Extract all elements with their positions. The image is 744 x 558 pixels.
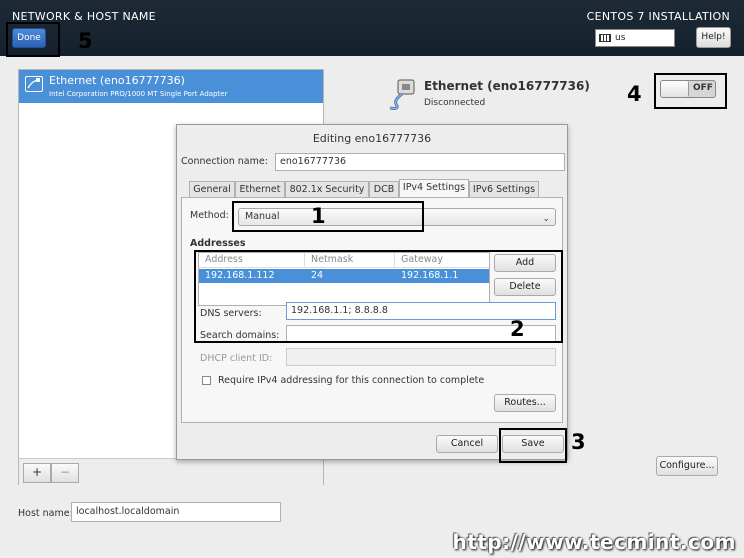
tab-general[interactable]: General: [189, 181, 235, 197]
callout-number-1: 1: [311, 204, 326, 228]
hostname-field[interactable]: localhost.localdomain: [71, 502, 281, 522]
callout-box-2: [194, 250, 563, 343]
callout-number-2: 2: [510, 317, 525, 341]
addresses-heading: Addresses: [190, 238, 246, 249]
callout-number-4: 4: [627, 82, 642, 106]
routes-button[interactable]: Routes...: [494, 394, 556, 412]
installer-title: CENTOS 7 INSTALLATION: [586, 10, 730, 23]
callout-box-3: [499, 428, 567, 463]
method-label: Method:: [190, 210, 229, 221]
cancel-button[interactable]: Cancel: [436, 435, 498, 453]
callout-box-5: [6, 22, 60, 57]
connection-name: Ethernet (eno16777736): [49, 74, 185, 87]
connection-name-field[interactable]: eno16777736: [275, 153, 565, 171]
dhcp-client-id-label: DHCP client ID:: [200, 353, 273, 364]
tab-ipv6-settings[interactable]: IPv6 Settings: [469, 181, 539, 197]
keyboard-icon: [599, 34, 611, 42]
configure-button[interactable]: Configure...: [656, 456, 718, 476]
chevron-down-icon: ⌄: [542, 214, 550, 224]
hostname-label: Host name:: [18, 508, 73, 519]
callout-number-3: 3: [571, 430, 586, 454]
list-toolbar: + −: [19, 458, 323, 485]
ethernet-icon: [25, 76, 43, 92]
network-cable-icon: [386, 78, 420, 112]
tab-ethernet[interactable]: Ethernet: [235, 181, 285, 197]
tab-8021x-security[interactable]: 802.1x Security: [285, 181, 369, 197]
callout-box-1: [232, 201, 424, 232]
connection-name-label: Connection name:: [181, 156, 268, 167]
require-ipv4-label: Require IPv4 addressing for this connect…: [218, 375, 485, 386]
remove-connection-button[interactable]: −: [51, 463, 79, 483]
keyboard-layout-indicator[interactable]: us: [595, 29, 675, 47]
add-connection-button[interactable]: +: [23, 463, 51, 483]
callout-number-5: 5: [78, 29, 93, 53]
tab-dcb[interactable]: DCB: [369, 181, 399, 197]
top-bar: NETWORK & HOST NAME CENTOS 7 INSTALLATIO…: [0, 0, 744, 56]
device-title: Ethernet (eno16777736): [424, 79, 590, 93]
tab-ipv4-settings[interactable]: IPv4 Settings: [399, 179, 469, 197]
help-button[interactable]: Help!: [696, 27, 731, 48]
watermark: http://www.tecmint.com: [452, 530, 736, 554]
list-item-ethernet[interactable]: Ethernet (eno16777736) Intel Corporation…: [19, 70, 323, 103]
keyboard-layout-label: us: [615, 33, 626, 43]
callout-box-4: [654, 73, 727, 109]
dhcp-client-id-field: [286, 348, 556, 366]
device-status: Disconnected: [424, 98, 486, 108]
dialog-title: Editing eno16777736: [312, 132, 432, 145]
require-ipv4-checkbox[interactable]: [202, 376, 211, 385]
connection-description: Intel Corporation PRO/1000 MT Single Por…: [49, 90, 228, 98]
